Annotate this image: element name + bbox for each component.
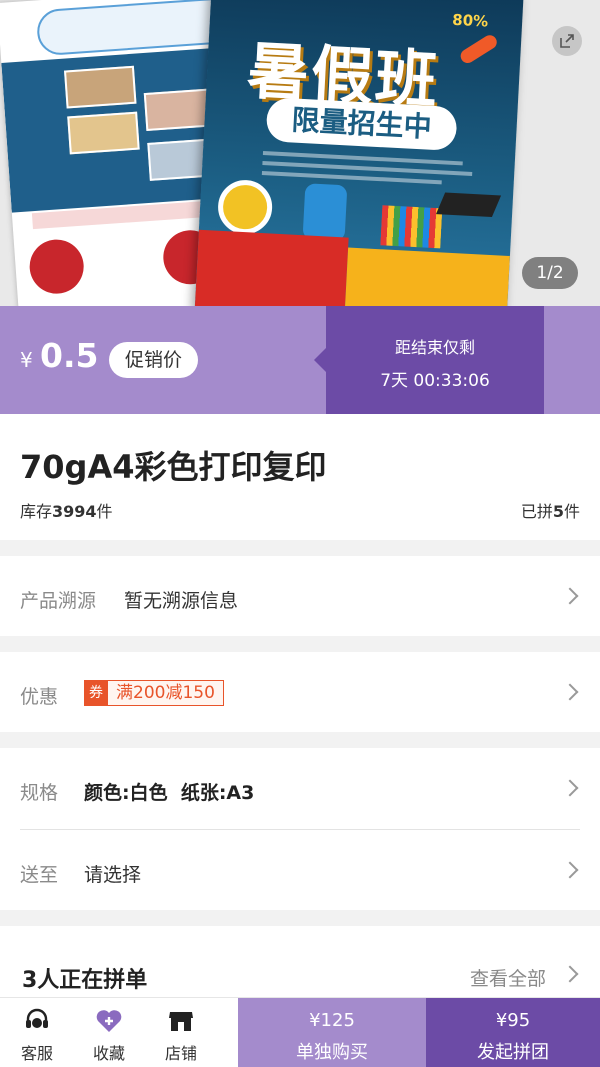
schoolbag-icon — [302, 183, 348, 242]
countdown-label: 距结束仅剩 — [394, 338, 475, 357]
buy-alone-button[interactable]: ¥125 单独购买 — [238, 998, 426, 1067]
spec-row[interactable]: 规格 颜色:白色 纸张:A3 — [0, 748, 600, 828]
customer-service-tab[interactable]: 客服 — [0, 998, 74, 1067]
headset-icon — [26, 1008, 48, 1028]
ship-value: 请选择 — [84, 864, 142, 886]
flyer-percent: 80% — [451, 10, 489, 31]
image-pager: 1/2 — [522, 257, 578, 289]
coupon-badge: 券 满200减150 — [84, 680, 224, 706]
stock-prefix: 库存 — [20, 502, 53, 521]
currency-symbol: ¥ — [20, 348, 33, 372]
promo-badge: 促销价 — [109, 342, 199, 378]
ship-row[interactable]: 送至 请选择 — [0, 830, 600, 910]
chevron-right-icon — [561, 683, 579, 701]
spec-ship-card: 规格 颜色:白色 纸张:A3 送至 请选择 — [0, 748, 600, 910]
grouped-suffix: 件 — [563, 502, 580, 521]
discount-row[interactable]: 优惠 券 满200减150 — [0, 652, 600, 732]
service-label: 客服 — [20, 1044, 53, 1063]
product-title: 70gA4彩色打印复印 — [20, 448, 327, 486]
trace-value: 暂无溯源信息 — [124, 590, 239, 612]
chevron-right-icon[interactable] — [561, 965, 579, 983]
start-group-label: 发起拼团 — [477, 1042, 549, 1063]
buy-alone-label: 单独购买 — [296, 1042, 368, 1063]
bottom-action-bar: 客服 收藏 店铺 ¥125 单独购买 ¥95 发起拼团 — [0, 997, 600, 1067]
grouped-prefix: 已拼 — [520, 502, 553, 521]
promo-price: 0.5 — [40, 336, 99, 375]
grouped-count: 5 — [552, 502, 564, 521]
spec-label: 规格 — [20, 782, 59, 804]
flyer-subtitle: 限量招生中 — [265, 97, 458, 152]
group-buy-row: 3人正在拼单 查看全部 — [0, 926, 600, 1006]
product-page: 80% 暑假班 限量招生中 1/2 ¥ 0.5 促销价 距结束仅剩 7天 00:… — [0, 0, 600, 1067]
product-image-carousel[interactable]: 80% 暑假班 限量招生中 1/2 — [0, 0, 600, 306]
store-icon — [169, 1012, 193, 1031]
alarm-clock-icon — [216, 178, 274, 236]
flyer-front-image: 80% 暑假班 限量招生中 — [194, 0, 524, 306]
stock-count: 3994 — [52, 502, 97, 521]
price-bar: ¥ 0.5 促销价 距结束仅剩 7天 00:33:06 — [0, 306, 600, 414]
grouped-info: 已拼5件 — [521, 498, 580, 522]
see-all-link[interactable]: 查看全部 — [470, 964, 546, 991]
stock-info: 库存3994件 — [20, 498, 113, 522]
discount-label: 优惠 — [20, 686, 59, 708]
store-label: 店铺 — [164, 1044, 197, 1063]
spec-value: 颜色:白色 纸张:A3 — [84, 782, 255, 804]
stock-suffix: 件 — [96, 502, 113, 521]
buy-alone-price: ¥125 — [309, 1010, 355, 1031]
countdown-box: 距结束仅剩 7天 00:33:06 — [314, 306, 544, 414]
group-buy-title: 3人正在拼单 — [22, 968, 148, 993]
share-button[interactable] — [552, 26, 582, 56]
graduation-cap-icon — [436, 192, 502, 218]
share-icon — [560, 34, 574, 48]
coupon-icon: 券 — [84, 680, 108, 706]
favorite-label: 收藏 — [92, 1044, 125, 1063]
start-group-button[interactable]: ¥95 发起拼团 — [426, 998, 600, 1067]
heart-plus-icon — [96, 1010, 122, 1032]
pencils-icon — [380, 205, 443, 249]
trace-label: 产品溯源 — [20, 590, 97, 612]
product-info-card: 70gA4彩色打印复印 库存3994件 已拼5件 — [0, 414, 600, 540]
coupon-text: 满200减150 — [108, 680, 224, 706]
start-group-price: ¥95 — [495, 1010, 531, 1031]
ship-label: 送至 — [20, 864, 59, 886]
chevron-right-icon — [561, 587, 579, 605]
chevron-right-icon — [561, 779, 579, 797]
favorite-tab[interactable]: 收藏 — [72, 998, 146, 1067]
trace-row[interactable]: 产品溯源 暂无溯源信息 — [0, 556, 600, 636]
rocket-icon — [458, 32, 500, 66]
store-tab[interactable]: 店铺 — [144, 998, 218, 1067]
countdown-timer: 7天 00:33:06 — [380, 371, 490, 391]
chevron-right-icon — [561, 861, 579, 879]
